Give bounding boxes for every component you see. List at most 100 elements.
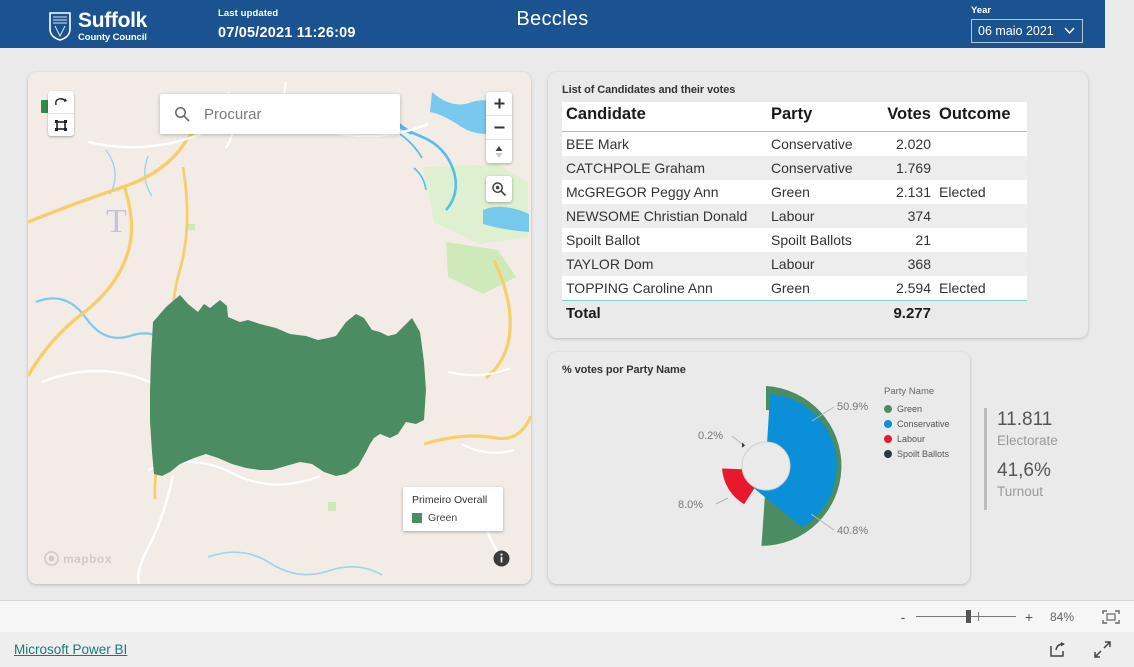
column-header-party[interactable]: Party	[767, 102, 867, 132]
year-dropdown-value: 06 maio 2021	[978, 24, 1054, 38]
zoom-slider-tick	[978, 612, 979, 621]
select-box-icon[interactable]	[48, 114, 74, 136]
cell-votes: 2.594	[867, 276, 935, 301]
year-slicer[interactable]: Year 06 maio 2021	[971, 5, 1083, 43]
microsoft-power-bi-link[interactable]: Microsoft Power BI	[14, 642, 127, 657]
legend-item-conservative[interactable]: Conservative	[884, 419, 969, 429]
search-icon	[174, 106, 190, 122]
cell-party: Conservative	[767, 156, 867, 180]
donut-hole	[741, 441, 791, 491]
donut-chart-title: % votes por Party Name	[562, 364, 686, 376]
chevron-down-icon	[1064, 27, 1075, 35]
legend-item-labour[interactable]: Labour	[884, 434, 969, 444]
fit-to-page-icon[interactable]	[1102, 609, 1120, 624]
zoom-out-button[interactable]: -	[898, 610, 908, 624]
fullscreen-icon[interactable]	[1093, 640, 1112, 659]
year-dropdown[interactable]: 06 maio 2021	[971, 19, 1083, 43]
table-row[interactable]: McGREGOR Peggy Ann Green 2.131 Elected	[562, 180, 1027, 204]
column-header-candidate[interactable]: Candidate	[562, 102, 767, 132]
legend-label-labour: Labour	[897, 434, 926, 444]
cell-candidate: NEWSOME Christian Donald	[562, 204, 767, 228]
cell-candidate: TAYLOR Dom	[562, 252, 767, 276]
cell-votes: 21	[867, 228, 935, 252]
zoom-slider-thumb[interactable]	[966, 610, 971, 623]
map-zoom-in-button[interactable]	[486, 92, 512, 116]
candidates-table-visual[interactable]: List of Candidates and their votes Candi…	[548, 72, 1088, 338]
data-label-green: 50.9%	[837, 401, 868, 413]
cell-votes: 368	[867, 252, 935, 276]
cell-candidate: McGREGOR Peggy Ann	[562, 180, 767, 204]
cell-votes: 2.020	[867, 131, 935, 156]
report-footer: Microsoft Power BI	[0, 632, 1134, 667]
cell-candidate: CATCHPOLE Graham	[562, 156, 767, 180]
table-total-row: Total 9.277	[562, 300, 1027, 326]
svg-text:T: T	[106, 203, 127, 240]
legend-dot-green	[884, 405, 892, 413]
cell-outcome: Elected	[935, 276, 1027, 301]
cell-outcome: Elected	[935, 180, 1027, 204]
zoom-slider[interactable]: - + 84%	[898, 610, 1074, 624]
cell-outcome	[935, 204, 1027, 228]
pan-hand-icon[interactable]	[48, 91, 74, 114]
cell-party: Spoilt Ballots	[767, 228, 867, 252]
mapbox-icon	[44, 551, 59, 566]
zoom-in-button[interactable]: +	[1024, 610, 1034, 624]
page-title: Beccles	[516, 8, 589, 30]
cell-candidate: Spoilt Ballot	[562, 228, 767, 252]
power-bi-report: Suffolk County Council Last updated 07/0…	[0, 0, 1134, 667]
report-header: Suffolk County Council Last updated 07/0…	[0, 0, 1105, 48]
map-search-placeholder: Procurar	[204, 105, 262, 123]
share-icon[interactable]	[1049, 641, 1067, 658]
electorate-value: 11.811	[997, 409, 1053, 430]
cell-outcome	[935, 252, 1027, 276]
map-legend-item: Green	[412, 512, 494, 524]
footer-actions	[1049, 640, 1112, 659]
map-info-icon[interactable]	[493, 550, 510, 567]
donut-legend-title: Party Name	[884, 386, 935, 397]
cell-party: Labour	[767, 252, 867, 276]
total-votes: 9.277	[867, 300, 935, 326]
table-row[interactable]: CATCHPOLE Graham Conservative 1.769	[562, 156, 1027, 180]
legend-label-green: Green	[897, 404, 923, 414]
legend-item-spoilt-ballots[interactable]: Spoilt Ballots	[884, 449, 969, 459]
map-zoom-out-button[interactable]	[486, 116, 512, 140]
year-slicer-label: Year	[971, 5, 992, 16]
map-legend: Primeiro Overall Green	[403, 487, 503, 531]
cell-party: Green	[767, 180, 867, 204]
kpi-cards[interactable]: 11.811 Electorate 41,6% Turnout	[984, 408, 1107, 510]
mapbox-label: mapbox	[63, 551, 113, 566]
candidates-table[interactable]: Candidate Party Votes Outcome BEE Mark C…	[562, 102, 1027, 326]
candidates-table-title: List of Candidates and their votes	[562, 84, 736, 96]
slice-spoilt-ballots	[742, 442, 746, 448]
column-header-outcome[interactable]: Outcome	[935, 102, 1027, 132]
legend-item-green[interactable]: Green	[884, 404, 969, 414]
cell-candidate: TOPPING Caroline Ann	[562, 276, 767, 301]
table-row[interactable]: TOPPING Caroline Ann Green 2.594 Elected	[562, 276, 1027, 301]
table-row[interactable]: NEWSOME Christian Donald Labour 374	[562, 204, 1027, 228]
legend-label-spoilt-ballots: Spoilt Ballots	[897, 449, 950, 459]
column-header-votes[interactable]: Votes	[867, 102, 935, 132]
map-zoom-controls[interactable]	[486, 92, 512, 163]
donut-legend: Party Name Green Conservative Labour Spo…	[884, 386, 969, 464]
total-label: Total	[562, 300, 767, 326]
map-find-location-button[interactable]	[486, 176, 512, 202]
zoom-slider-track[interactable]	[916, 610, 1016, 623]
table-row[interactable]: BEE Mark Conservative 2.020	[562, 131, 1027, 156]
turnout-value: 41,6%	[997, 459, 1051, 481]
status-bar: - + 84%	[0, 600, 1134, 633]
legend-dot-spoilt-ballots	[884, 450, 892, 458]
cell-party: Green	[767, 276, 867, 301]
table-row[interactable]: Spoilt Ballot Spoilt Ballots 21	[562, 228, 1027, 252]
table-row[interactable]: TAYLOR Dom Labour 368	[562, 252, 1027, 276]
map-legend-item-label: Green	[428, 512, 458, 524]
mapbox-attribution[interactable]: mapbox	[44, 551, 112, 566]
data-label-labour: 8.0%	[678, 499, 703, 511]
cell-candidate: BEE Mark	[562, 131, 767, 156]
map-tool-buttons[interactable]	[48, 91, 74, 136]
map-compass-icon[interactable]	[486, 140, 512, 163]
cell-votes: 2.131	[867, 180, 935, 204]
total-party	[767, 300, 867, 326]
legend-label-conservative: Conservative	[897, 419, 950, 429]
zoom-level-label: 84%	[1049, 609, 1074, 624]
map-search-box[interactable]: Procurar	[160, 94, 400, 134]
